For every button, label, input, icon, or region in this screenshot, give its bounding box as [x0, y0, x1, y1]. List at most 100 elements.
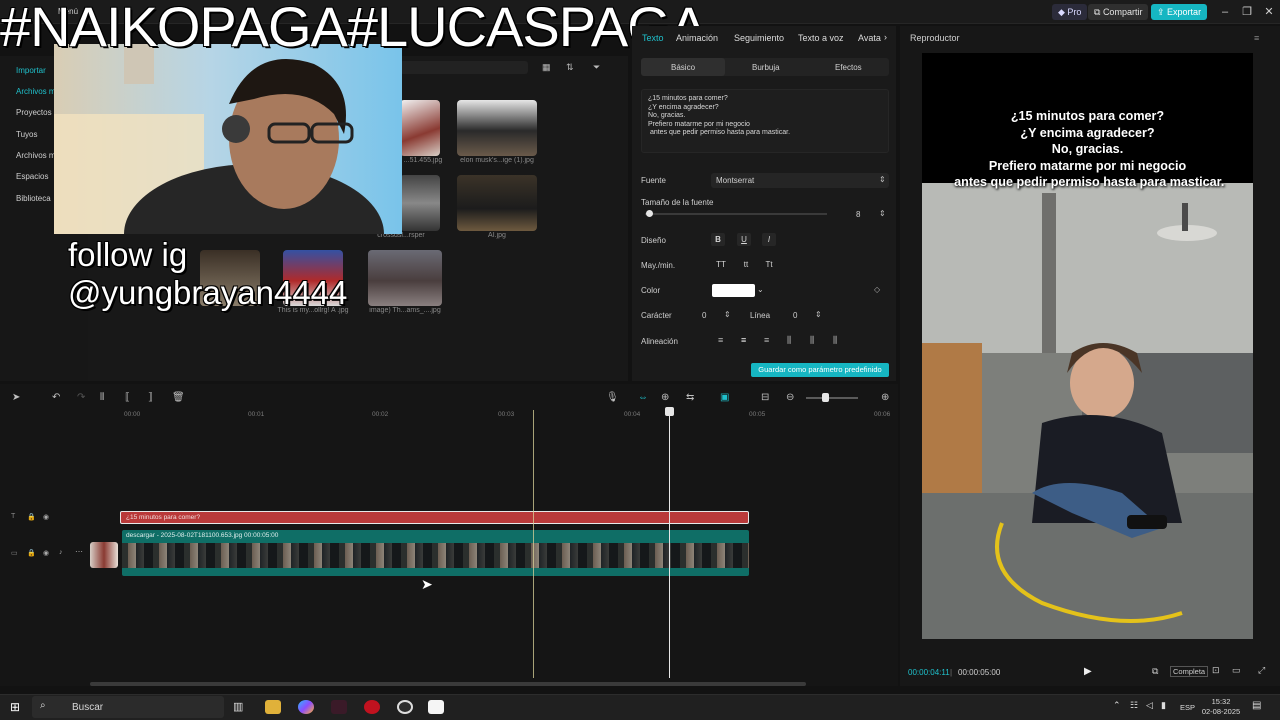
lowercase-button[interactable]: tt — [739, 258, 753, 271]
playhead-handle[interactable] — [665, 407, 674, 416]
uppercase-button[interactable]: TT — [714, 258, 728, 271]
nav-item-projects[interactable]: Proyectos — [16, 108, 52, 117]
preview-axis-icon[interactable]: ⊟ — [761, 392, 769, 403]
zoom-slider-handle[interactable] — [822, 393, 829, 402]
chevron-down-icon[interactable]: ⌄ — [757, 285, 764, 294]
export-button[interactable]: ⇪ Exportar — [1151, 4, 1208, 20]
maximize-icon[interactable]: ❐ — [1240, 5, 1254, 18]
crop-icon[interactable]: ⧉ — [1152, 666, 1158, 677]
quality-select[interactable]: Completa — [1170, 666, 1209, 677]
task-view-icon[interactable]: ▥ — [233, 700, 243, 713]
media-thumb[interactable] — [400, 100, 440, 156]
clock[interactable]: 15:32 02-08-2025 — [1196, 697, 1246, 717]
grid-view-icon[interactable]: ▦ — [542, 62, 551, 73]
undo-icon[interactable]: ↶ — [52, 392, 60, 403]
sort-icon[interactable]: ⇅ — [566, 62, 574, 73]
align-right-icon[interactable]: ≡ — [764, 335, 769, 345]
eye-icon[interactable]: ◉ — [43, 513, 49, 521]
link-icon[interactable]: ⇔ — [638, 392, 648, 403]
media-thumb[interactable] — [457, 100, 537, 156]
align-middle-icon[interactable]: ⫼ — [810, 335, 814, 346]
bold-button[interactable]: B — [711, 233, 725, 246]
fullscreen-icon[interactable]: ⤢ — [1258, 665, 1265, 676]
text-clip[interactable] — [120, 511, 749, 524]
keyframe-icon[interactable]: ◇ — [874, 285, 880, 294]
nav-item-library[interactable]: Biblioteca — [16, 194, 51, 203]
language-indicator[interactable]: ESP — [1180, 703, 1195, 712]
minimize-icon[interactable]: – — [1218, 6, 1232, 18]
subtab-basic[interactable]: Básico — [671, 63, 695, 72]
lock-icon[interactable]: 🔒 — [27, 513, 36, 521]
audio-icon[interactable]: ♪ — [59, 549, 63, 556]
main-track-icon[interactable]: ▣ — [720, 392, 729, 403]
network-icon[interactable]: ☷ — [1130, 700, 1138, 711]
font-size-slider-track[interactable] — [645, 213, 827, 215]
zoom-slider-track[interactable] — [806, 397, 858, 399]
zoom-in-icon[interactable]: ⊕ — [881, 392, 889, 403]
media-thumb[interactable] — [457, 175, 537, 231]
app-icon[interactable] — [331, 700, 347, 714]
playhead[interactable] — [669, 410, 670, 678]
nav-item-local-files[interactable]: Archivos m — [16, 87, 56, 96]
zoom-out-icon[interactable]: ⊖ — [786, 392, 794, 403]
microphone-icon[interactable]: 🎙 — [606, 392, 619, 403]
align-top-icon[interactable]: ⫼ — [787, 335, 791, 346]
snap-icon[interactable]: ⊕ — [661, 392, 669, 403]
lock-icon[interactable]: 🔒 — [27, 549, 36, 557]
delete-icon[interactable]: 🗑 — [172, 392, 185, 403]
obs-icon[interactable] — [397, 700, 413, 714]
underline-button[interactable]: U — [737, 233, 751, 246]
color-picker[interactable] — [712, 284, 755, 297]
ratio-icon[interactable]: ▭ — [1232, 665, 1241, 676]
nav-item-spaces[interactable]: Espacios — [16, 172, 48, 181]
nav-item-import[interactable]: Importar — [16, 66, 46, 75]
chevron-right-icon[interactable]: › — [884, 32, 887, 42]
more-icon[interactable]: ⋯ — [75, 547, 83, 556]
taskbar-search-input[interactable] — [32, 696, 224, 718]
tab-text-to-speech[interactable]: Texto a voz — [798, 33, 844, 43]
titlecase-button[interactable]: Tt — [762, 258, 776, 271]
media-search-input[interactable] — [400, 61, 528, 74]
menu-icon[interactable]: ≡ — [1254, 33, 1259, 43]
mic-tray-icon[interactable]: ▮ — [1161, 700, 1166, 711]
char-spacing-stepper-icon[interactable]: ⇕ — [724, 310, 731, 319]
font-size-value[interactable]: 8 — [856, 210, 860, 219]
track-icon[interactable]: ⇆ — [686, 392, 694, 403]
subtab-bubble[interactable]: Burbuja — [752, 63, 780, 72]
subtab-effects[interactable]: Efectos — [835, 63, 862, 72]
redo-icon[interactable]: ↷ — [77, 392, 85, 403]
file-explorer-icon[interactable] — [265, 700, 281, 714]
volume-icon[interactable]: ◁ — [1146, 700, 1153, 711]
pro-badge[interactable]: ◆ Pro — [1052, 4, 1088, 20]
tab-tracking[interactable]: Seguimiento — [734, 33, 784, 43]
line-spacing-value[interactable]: 0 — [793, 311, 797, 320]
align-center-icon[interactable]: ≡ — [741, 335, 746, 345]
copilot-icon[interactable] — [298, 700, 314, 714]
font-size-slider-handle[interactable] — [645, 210, 653, 217]
screenshot-icon[interactable]: ⊡ — [1212, 665, 1220, 676]
track-cover-thumb[interactable] — [90, 542, 118, 568]
tab-text[interactable]: Texto — [642, 33, 664, 43]
capcut-icon[interactable] — [428, 700, 444, 714]
font-size-stepper-icon[interactable]: ⇕ — [879, 209, 886, 218]
windows-start-icon[interactable]: ⊞ — [10, 700, 20, 714]
tab-avatar[interactable]: Avata — [858, 33, 881, 43]
media-thumb[interactable] — [368, 250, 442, 306]
select-tool-icon[interactable]: ➤ — [12, 392, 20, 403]
play-icon[interactable]: ▶ — [1084, 666, 1092, 677]
trim-left-icon[interactable]: ⟦ — [125, 392, 130, 403]
italic-button[interactable]: I — [762, 233, 776, 246]
nav-item-yours[interactable]: Tuyos — [16, 130, 38, 139]
timeline-scrollbar[interactable] — [90, 682, 806, 686]
tray-expand-icon[interactable]: ⌃ — [1113, 700, 1121, 711]
split-icon[interactable]: ⫴ — [100, 392, 104, 403]
save-preset-button[interactable]: Guardar como parámetro predefinido — [751, 363, 889, 377]
char-spacing-value[interactable]: 0 — [702, 311, 706, 320]
tab-animation[interactable]: Animación — [676, 33, 718, 43]
filter-icon[interactable]: ⏷ — [593, 62, 600, 73]
line-spacing-stepper-icon[interactable]: ⇕ — [815, 310, 822, 319]
nav-item-media-files[interactable]: Archivos m — [16, 151, 56, 160]
close-icon[interactable]: ✕ — [1262, 5, 1276, 18]
align-bottom-icon[interactable]: ⫼ — [833, 335, 837, 346]
share-button[interactable]: ⧉ Compartir — [1088, 4, 1149, 20]
